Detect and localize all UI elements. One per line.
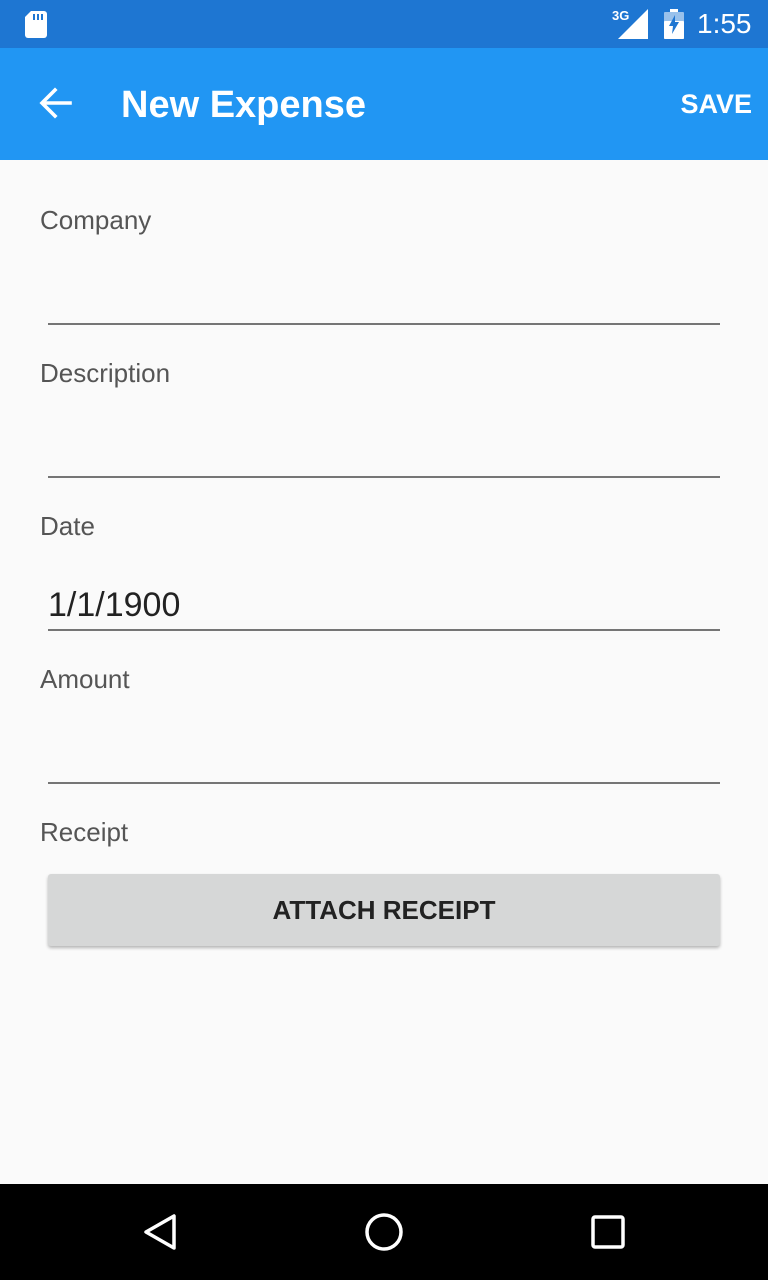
status-clock: 1:55 <box>697 8 752 39</box>
attach-receipt-button[interactable]: ATTACH RECEIPT <box>48 874 720 946</box>
receipt-label: Receipt <box>40 817 129 847</box>
date-label: Date <box>40 511 95 541</box>
battery-charging-icon <box>664 9 684 39</box>
expense-screen: 3G 1:55 New Expense SAVE Company Descrip… <box>0 0 768 1280</box>
sd-card-icon <box>25 11 47 38</box>
app-bar: New Expense SAVE <box>0 48 768 160</box>
signal-icon: 3G <box>612 9 648 39</box>
recents-square-icon <box>591 1215 625 1249</box>
description-label: Description <box>40 358 171 388</box>
company-field[interactable] <box>48 275 720 325</box>
page-title: New Expense <box>121 84 366 126</box>
nav-back-button[interactable] <box>136 1208 184 1256</box>
home-circle-icon <box>365 1213 403 1251</box>
status-bar: 3G 1:55 <box>0 0 768 48</box>
nav-recents-button[interactable] <box>584 1208 632 1256</box>
back-button[interactable] <box>24 72 86 134</box>
company-label: Company <box>40 205 152 235</box>
date-field[interactable] <box>48 581 720 631</box>
back-triangle-icon <box>144 1214 176 1250</box>
nav-home-button[interactable] <box>360 1208 408 1256</box>
amount-label: Amount <box>40 664 130 694</box>
arrow-back-icon <box>39 87 72 119</box>
save-button[interactable]: SAVE <box>680 86 752 122</box>
amount-field[interactable] <box>48 734 720 784</box>
description-field[interactable] <box>48 428 720 478</box>
attach-receipt-label: ATTACH RECEIPT <box>272 894 496 925</box>
system-nav-bar <box>0 1184 768 1280</box>
